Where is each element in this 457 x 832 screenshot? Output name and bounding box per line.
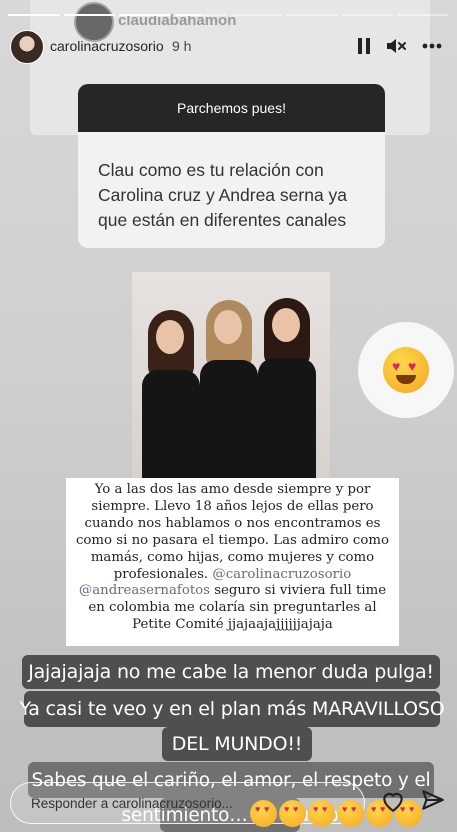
emoji-slider-sticker[interactable]: ♥ ♥ <box>358 322 454 418</box>
heart-eyes-emoji-icon <box>308 800 335 827</box>
avatar[interactable] <box>10 30 44 64</box>
question-title: Parchemos pues! <box>78 84 385 132</box>
progress-segment <box>230 14 283 16</box>
person-center <box>198 300 260 478</box>
progress-segment <box>8 14 60 16</box>
photo-caption: Yo a las dos las amo desde siempre y por… <box>66 478 399 646</box>
overlay-text-line-1: Jajajajaja no me cabe la menor duda pulg… <box>22 655 440 689</box>
question-sticker: Parchemos pues! Clau como es tu relación… <box>78 84 385 248</box>
story-photo <box>132 272 330 478</box>
overlay-text-line-3: DEL MUNDO!! <box>162 727 312 761</box>
story-time: 9 h <box>172 38 192 54</box>
progress-segment <box>286 14 338 16</box>
more-options-icon[interactable] <box>420 34 444 58</box>
overlay-text-line-2: Ya casi te veo y en el plan más MARAVILL… <box>19 691 445 727</box>
heart-icon[interactable] <box>380 788 406 814</box>
progress-segment <box>174 14 227 16</box>
story-progress-bar <box>8 14 449 17</box>
progress-segment <box>397 14 449 16</box>
progress-segment <box>341 14 394 16</box>
mention-carolinacruzosorio[interactable]: @carolinacruzosorio <box>212 567 351 582</box>
story-username[interactable]: carolinacruzosorio <box>50 38 164 54</box>
mute-icon[interactable] <box>384 34 408 58</box>
heart-eyes-emoji-icon <box>279 800 306 827</box>
heart-eyes-emoji-icon <box>337 800 364 827</box>
send-icon[interactable] <box>420 788 446 814</box>
mention-andreasernafotos[interactable]: @andreasernafotos <box>79 583 210 598</box>
person-right <box>256 298 324 478</box>
progress-segment <box>119 14 171 16</box>
background-avatar <box>74 2 114 42</box>
heart-eyes-emoji-icon <box>250 800 277 827</box>
person-left <box>140 310 202 478</box>
progress-segment <box>63 14 116 16</box>
heart-eyes-emoji-icon: ♥ ♥ <box>383 347 429 393</box>
reply-placeholder: Responder a carolinacruzosorio... <box>31 795 233 811</box>
pause-icon[interactable] <box>352 34 376 58</box>
question-text: Clau como es tu relación con Carolina cr… <box>98 160 348 230</box>
